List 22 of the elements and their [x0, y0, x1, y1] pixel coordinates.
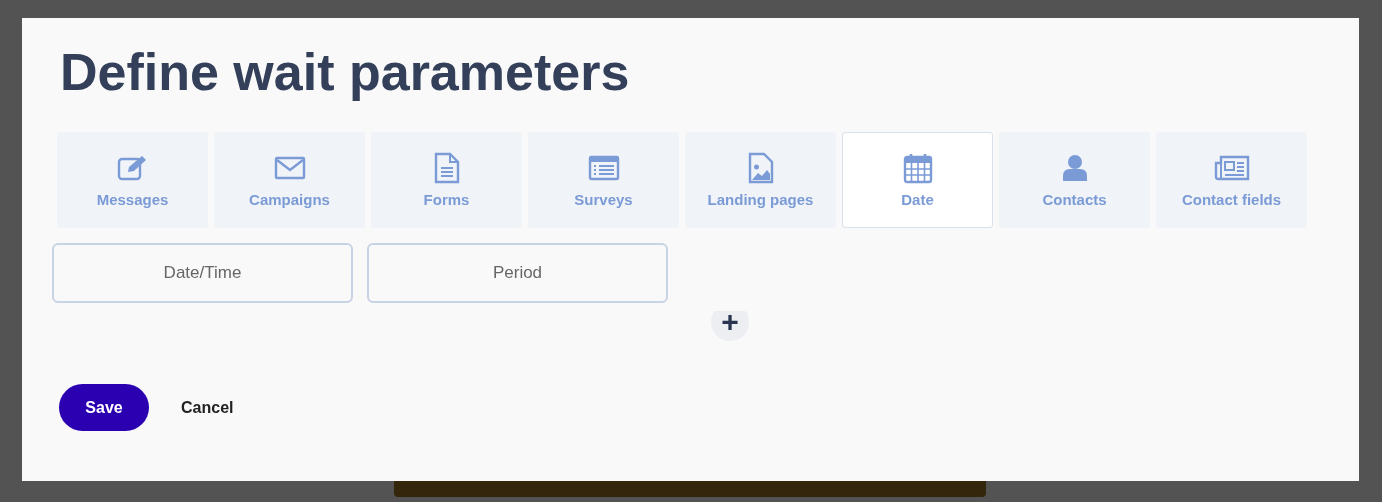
option-button[interactable]: Period — [367, 243, 668, 303]
dialog-title: Define wait parameters — [60, 42, 631, 102]
document-icon — [432, 152, 461, 184]
option-button[interactable]: Date/Time — [52, 243, 353, 303]
category-tab[interactable]: Landing pages — [685, 132, 836, 228]
category-tab[interactable]: Messages — [57, 132, 208, 228]
calendar-icon — [902, 152, 933, 184]
category-tab[interactable]: Contacts — [999, 132, 1150, 228]
add-button[interactable]: + — [711, 311, 749, 341]
category-tab[interactable]: Campaigns — [214, 132, 365, 228]
cancel-button[interactable]: Cancel — [163, 388, 252, 427]
list-icon — [587, 154, 620, 182]
category-tab[interactable]: Surveys — [528, 132, 679, 228]
category-tab[interactable]: Date — [842, 132, 993, 228]
edit-icon — [116, 154, 149, 182]
category-tab[interactable]: Contact fields — [1156, 132, 1307, 228]
envelope-icon — [273, 155, 306, 181]
person-icon — [1061, 154, 1088, 182]
image-file-icon — [746, 152, 775, 184]
newspaper-icon — [1213, 154, 1250, 182]
category-tab[interactable]: Forms — [371, 132, 522, 228]
save-button[interactable]: Save — [59, 384, 149, 431]
